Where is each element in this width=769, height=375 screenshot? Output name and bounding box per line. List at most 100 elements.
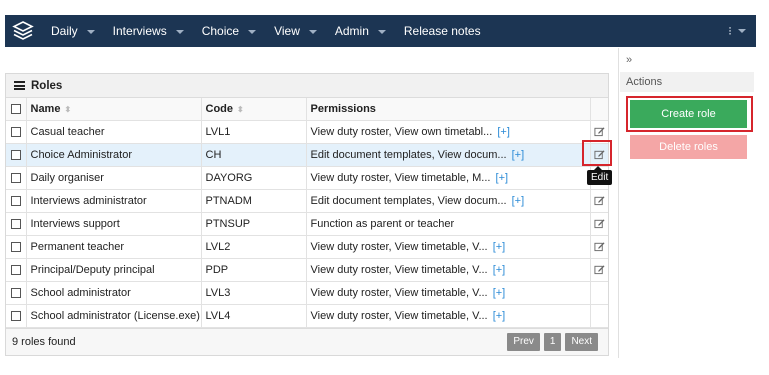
table-row[interactable]: School administrator (License.exe) LVL4 Vi…	[6, 304, 608, 328]
role-permissions-cell: Function as parent or teacher	[306, 212, 591, 236]
edit-cell	[590, 258, 608, 282]
nav-item-release-notes[interactable]: Release notes	[404, 15, 481, 47]
nav-item-admin[interactable]: Admin	[335, 15, 386, 47]
more-menu[interactable]: ⁝	[728, 15, 746, 47]
role-permissions: View duty roster, View timetable, V...	[310, 309, 488, 322]
role-permissions: View duty roster, View own timetabl...	[310, 125, 493, 138]
role-name: School administrator (License.exe)	[26, 304, 202, 328]
more-permissions-link[interactable]: [+]	[493, 264, 506, 276]
row-checkbox[interactable]	[10, 218, 21, 229]
row-checkbox[interactable]	[10, 149, 21, 160]
more-permissions-link[interactable]: [+]	[493, 310, 506, 322]
role-permissions: View duty roster, View timetable, V...	[310, 240, 488, 253]
delete-roles-button[interactable]: Delete roles	[630, 135, 747, 159]
row-checkbox[interactable]	[10, 287, 21, 298]
more-permissions-link[interactable]: [+]	[512, 149, 525, 161]
row-check-cell	[6, 281, 27, 305]
edit-icon[interactable]	[594, 218, 605, 230]
chevron-down-icon	[738, 29, 746, 33]
row-check-cell	[6, 143, 27, 167]
edit-cell	[590, 212, 608, 236]
role-permissions: View duty roster, View timetable, V...	[310, 286, 488, 299]
edit-icon[interactable]	[594, 195, 605, 207]
role-permissions-cell: View duty roster, View timetable, V... […	[306, 258, 591, 282]
chevron-down-icon	[377, 29, 386, 34]
row-checkbox[interactable]	[10, 126, 21, 137]
edit-highlight-box	[582, 140, 612, 166]
row-check-cell	[6, 304, 27, 328]
edit-icon[interactable]	[594, 241, 605, 253]
role-code: PTNADM	[201, 189, 307, 213]
select-all-cell	[6, 98, 27, 121]
row-check-cell	[6, 235, 27, 259]
role-permissions-cell: Edit document templates, View docum... […	[306, 143, 591, 167]
column-header-permissions: Permissions	[306, 98, 591, 121]
column-header-name[interactable]: Name ⬍	[26, 98, 202, 121]
role-code: DAYORG	[201, 166, 307, 190]
page-number-button[interactable]: 1	[543, 333, 562, 351]
row-checkbox[interactable]	[10, 195, 21, 206]
table-row[interactable]: Principal/Deputy principal PDP View duty r…	[6, 258, 608, 282]
role-name: Interviews administrator	[26, 189, 202, 213]
role-name: Interviews support	[26, 212, 202, 236]
panel-footer: 9 roles found Prev 1 Next	[6, 328, 608, 355]
nav-item-daily[interactable]: Daily	[51, 15, 95, 47]
more-icon: ⁝	[728, 24, 732, 38]
nav-item-label: Choice	[201, 24, 240, 38]
more-permissions-link[interactable]: [+]	[512, 195, 525, 207]
row-check-cell	[6, 120, 27, 144]
role-name: Choice Administrator	[26, 143, 202, 167]
nav-item-label: View	[274, 24, 300, 38]
chevron-down-icon	[175, 29, 184, 34]
edit-tooltip: Edit	[587, 166, 613, 185]
table-row[interactable]: Interviews administrator PTNADM Edit docum…	[6, 189, 608, 213]
table-row[interactable]: Choice Administrator CH Edit document temp…	[6, 143, 608, 167]
nav-item-label: Admin	[334, 24, 369, 38]
prev-page-button[interactable]: Prev	[507, 333, 540, 351]
table-row[interactable]: Permanent teacher LVL2 View duty roster, V…	[6, 235, 608, 259]
role-permissions: Function as parent or teacher	[310, 217, 455, 230]
edit-icon[interactable]	[594, 126, 605, 138]
nav-item-label: Interviews	[112, 24, 167, 38]
row-check-cell	[6, 258, 27, 282]
column-header-code[interactable]: Code ⬍	[201, 98, 307, 121]
edit-icon[interactable]	[594, 264, 605, 276]
nav-item-interviews[interactable]: Interviews	[113, 15, 184, 47]
table-row[interactable]: Interviews support PTNSUP Function as pare…	[6, 212, 608, 236]
row-checkbox[interactable]	[10, 310, 21, 321]
role-permissions-cell: View duty roster, View timetable, M... […	[306, 166, 591, 190]
nav-item-choice[interactable]: Choice	[201, 15, 257, 47]
chevron-down-icon	[248, 29, 257, 34]
chevron-down-icon	[86, 29, 95, 34]
nav-item-label: Release notes	[403, 24, 481, 38]
table-row[interactable]: School administrator LVL3 View duty roster…	[6, 281, 608, 305]
table-row[interactable]: Casual teacher LVL1 View duty roster, View…	[6, 120, 608, 144]
more-permissions-link[interactable]: [+]	[493, 287, 506, 299]
more-permissions-link[interactable]: [+]	[496, 172, 509, 184]
edit-cell	[590, 235, 608, 259]
next-page-button[interactable]: Next	[565, 333, 598, 351]
role-name: Principal/Deputy principal	[26, 258, 202, 282]
select-all-checkbox[interactable]	[10, 103, 21, 114]
role-permissions: Edit document templates, View docum...	[310, 194, 507, 207]
role-permissions: View duty roster, View timetable, M...	[310, 171, 491, 184]
sidebar-divider	[618, 48, 619, 358]
collapse-sidebar-icon[interactable]: »	[626, 54, 632, 66]
roles-table: Name ⬍ Code ⬍ Permissions Casual teacher LV…	[6, 98, 608, 328]
app-logo-icon[interactable]	[7, 15, 39, 47]
more-permissions-link[interactable]: [+]	[497, 126, 510, 138]
more-permissions-link[interactable]: [+]	[493, 241, 506, 253]
row-checkbox[interactable]	[10, 264, 21, 275]
row-checkbox[interactable]	[10, 172, 21, 183]
row-checkbox[interactable]	[10, 241, 21, 252]
table-row[interactable]: Daily organiser DAYORG View duty roster, V…	[6, 166, 608, 190]
role-code: CH	[201, 143, 307, 167]
role-code: PDP	[201, 258, 307, 282]
role-name: Daily organiser	[26, 166, 202, 190]
create-role-button[interactable]: Create role	[630, 100, 747, 128]
nav-item-view[interactable]: View	[274, 15, 317, 47]
column-label-code: Code	[205, 102, 234, 115]
role-permissions-cell: View duty roster, View timetable, V... […	[306, 235, 591, 259]
panel-title: Roles	[31, 79, 63, 92]
row-check-cell	[6, 166, 27, 190]
